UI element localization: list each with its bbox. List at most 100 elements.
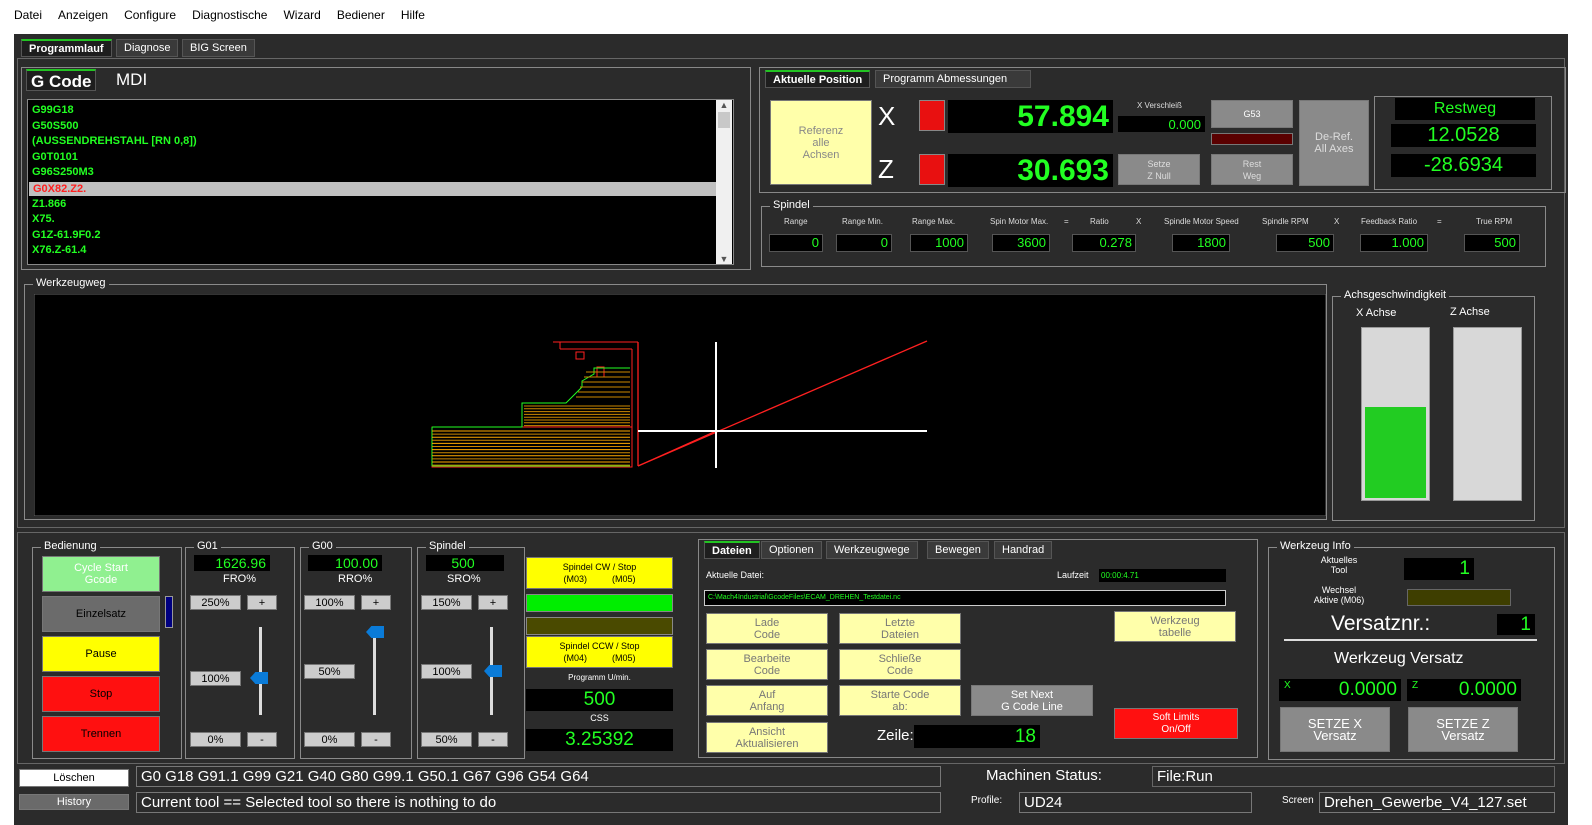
setze-x-versatz-button[interactable]: SETZE X Versatz bbox=[1280, 707, 1390, 752]
menu-wizard[interactable]: Wizard bbox=[283, 8, 320, 22]
de-ref-all-axes-button[interactable]: De-Ref. All Axes bbox=[1299, 100, 1369, 186]
sro-plus-button[interactable]: + bbox=[478, 595, 508, 610]
werkzeug-tabelle-button[interactable]: Werkzeug tabelle bbox=[1114, 611, 1236, 642]
menu-bar: Datei Anzeigen Configure Diagnostische W… bbox=[0, 0, 1592, 30]
schliesse-code-button[interactable]: Schließe Code bbox=[839, 649, 961, 680]
tab-werkzeugwege[interactable]: Werkzeugwege bbox=[826, 541, 918, 559]
pause-button[interactable]: Pause bbox=[42, 636, 160, 672]
auf-anfang-button[interactable]: Auf Anfang bbox=[706, 685, 828, 716]
divider bbox=[1284, 639, 1537, 641]
g00-title: G00 bbox=[309, 540, 336, 552]
einzelsatz-button[interactable]: Einzelsatz bbox=[42, 596, 160, 632]
versatznr-label: Versatznr.: bbox=[1331, 612, 1431, 635]
tab-aktuelle-position[interactable]: Aktuelle Position bbox=[765, 70, 871, 88]
rro-slider-track[interactable] bbox=[373, 627, 376, 715]
toolpath-view[interactable] bbox=[34, 294, 1326, 516]
fro-plus-button[interactable]: + bbox=[247, 595, 277, 610]
gcode-line[interactable]: (AUSSENDREHSTAHL [RN 0,8]) bbox=[28, 134, 733, 150]
g53-button[interactable]: G53 bbox=[1211, 100, 1293, 128]
modal-codes-field: G0 G18 G91.1 G99 G21 G40 G80 G99.1 G50.1… bbox=[136, 766, 941, 787]
gcode-line[interactable]: X75. bbox=[28, 212, 733, 228]
aktuelles-tool-label: Aktuelles Tool bbox=[1320, 555, 1358, 575]
rest-weg-button[interactable]: Rest Weg bbox=[1211, 154, 1293, 185]
rro-minus-button[interactable]: - bbox=[361, 732, 391, 747]
menu-diagnostische[interactable]: Diagnostische bbox=[192, 8, 267, 22]
menu-bediener[interactable]: Bediener bbox=[337, 8, 385, 22]
set-next-gcode-line-button[interactable]: Set Next G Code Line bbox=[971, 685, 1093, 716]
x-achse-speed-fill bbox=[1365, 407, 1426, 498]
css-label: CSS bbox=[590, 713, 609, 723]
fro-100-button[interactable]: 100% bbox=[190, 671, 241, 686]
soft-limits-button[interactable]: Soft Limits On/Off bbox=[1114, 708, 1238, 739]
aktuelle-datei-label: Aktuelle Datei: bbox=[706, 570, 765, 580]
bearbeite-code-button[interactable]: Bearbeite Code bbox=[706, 649, 828, 680]
letzte-dateien-button[interactable]: Letzte Dateien bbox=[839, 613, 961, 644]
z-home-indicator bbox=[919, 154, 945, 185]
tab-bewegen[interactable]: Bewegen bbox=[927, 541, 989, 559]
scroll-down-icon[interactable]: ▼ bbox=[716, 254, 732, 264]
setze-z-versatz-button[interactable]: SETZE Z Versatz bbox=[1408, 707, 1518, 752]
spindel-cw-button[interactable]: Spindel CW / Stop (M03) (M05) bbox=[526, 557, 673, 589]
menu-datei[interactable]: Datei bbox=[14, 8, 42, 22]
spindel-label-range-min: Range Min. bbox=[842, 217, 883, 226]
laufzeit-label: Laufzeit bbox=[1057, 570, 1089, 580]
fro-slider-track[interactable] bbox=[259, 627, 262, 715]
spindel-range-value: 0 bbox=[769, 234, 823, 252]
spindel-group-title: Spindel bbox=[770, 199, 813, 211]
setze-z-null-button[interactable]: Setze Z Null bbox=[1118, 154, 1200, 185]
gcode-line[interactable]: Z1.866 bbox=[28, 197, 733, 213]
x-achse-label: X Achse bbox=[1356, 307, 1397, 319]
history-button[interactable]: History bbox=[19, 794, 129, 810]
menu-anzeigen[interactable]: Anzeigen bbox=[58, 8, 108, 22]
stop-button[interactable]: Stop bbox=[42, 676, 160, 712]
wechsel-label: Wechsel Aktive (M06) bbox=[1313, 585, 1365, 605]
gcode-line-selected[interactable]: G0X82.Z2. bbox=[28, 180, 733, 197]
tab-big-screen[interactable]: BIG Screen bbox=[182, 39, 255, 57]
fro-250-button[interactable]: 250% bbox=[190, 595, 241, 610]
gcode-line[interactable]: G50S500 bbox=[28, 119, 733, 135]
fro-0-button[interactable]: 0% bbox=[190, 732, 241, 747]
gcode-line[interactable]: G99G18 bbox=[28, 103, 733, 119]
tab-gcode[interactable]: G Code bbox=[26, 69, 97, 91]
rro-50-button[interactable]: 50% bbox=[304, 664, 355, 679]
spindel-label-equals2: = bbox=[1437, 217, 1442, 226]
tab-mdi[interactable]: MDI bbox=[112, 69, 152, 91]
cycle-start-button[interactable]: Cycle Start Gcode bbox=[42, 556, 160, 592]
scroll-up-icon[interactable]: ▲ bbox=[716, 100, 732, 110]
sro-150-button[interactable]: 150% bbox=[421, 595, 472, 610]
gcode-scrollbar[interactable]: ▲ ▼ bbox=[716, 100, 732, 264]
lade-code-button[interactable]: Lade Code bbox=[706, 613, 828, 644]
trennen-button[interactable]: Trennen bbox=[42, 716, 160, 752]
gcode-line[interactable]: G0T0101 bbox=[28, 150, 733, 166]
gcode-list[interactable]: G99G18 G50S500 (AUSSENDREHSTAHL [RN 0,8]… bbox=[27, 99, 734, 265]
fro-minus-button[interactable]: - bbox=[247, 732, 277, 747]
starte-code-ab-button[interactable]: Starte Code ab: bbox=[839, 685, 961, 716]
werkzeug-info-title: Werkzeug Info bbox=[1277, 540, 1354, 552]
ansicht-aktualisieren-button[interactable]: Ansicht Aktualisieren bbox=[706, 722, 828, 753]
sro-100-button[interactable]: 100% bbox=[421, 664, 472, 679]
loeschen-button[interactable]: Löschen bbox=[19, 769, 129, 787]
rro-100-button[interactable]: 100% bbox=[304, 595, 355, 610]
tab-handrad[interactable]: Handrad bbox=[994, 541, 1053, 559]
spindel-ccw-button[interactable]: Spindel CCW / Stop (M04) (M05) bbox=[526, 636, 673, 668]
spindel-rpm-value: 500 bbox=[1276, 234, 1334, 252]
menu-hilfe[interactable]: Hilfe bbox=[401, 8, 425, 22]
restweg-z-value: -28.6934 bbox=[1391, 154, 1536, 177]
tab-optionen[interactable]: Optionen bbox=[761, 541, 822, 559]
rro-0-button[interactable]: 0% bbox=[304, 732, 355, 747]
gcode-line[interactable]: X76.Z-61.4 bbox=[28, 243, 733, 259]
tab-dateien[interactable]: Dateien bbox=[704, 541, 760, 559]
gcode-line[interactable]: G1Z-61.9F0.2 bbox=[28, 228, 733, 244]
gcode-line[interactable]: G96S250M3 bbox=[28, 165, 733, 181]
sro-minus-button[interactable]: - bbox=[478, 732, 508, 747]
menu-configure[interactable]: Configure bbox=[124, 8, 176, 22]
tab-programmlauf[interactable]: Programmlauf bbox=[21, 39, 112, 57]
rro-plus-button[interactable]: + bbox=[361, 595, 391, 610]
zeile-value: 18 bbox=[914, 725, 1040, 748]
tab-programm-abmessungen[interactable]: Programm Abmessungen bbox=[875, 70, 1031, 88]
sro-50-button[interactable]: 50% bbox=[421, 732, 472, 747]
restweg-label: Restweg bbox=[1395, 98, 1535, 120]
referenz-alle-achsen-button[interactable]: Referenz alle Achsen bbox=[770, 100, 872, 185]
scroll-thumb[interactable] bbox=[718, 112, 730, 128]
tab-diagnose[interactable]: Diagnose bbox=[116, 39, 179, 57]
